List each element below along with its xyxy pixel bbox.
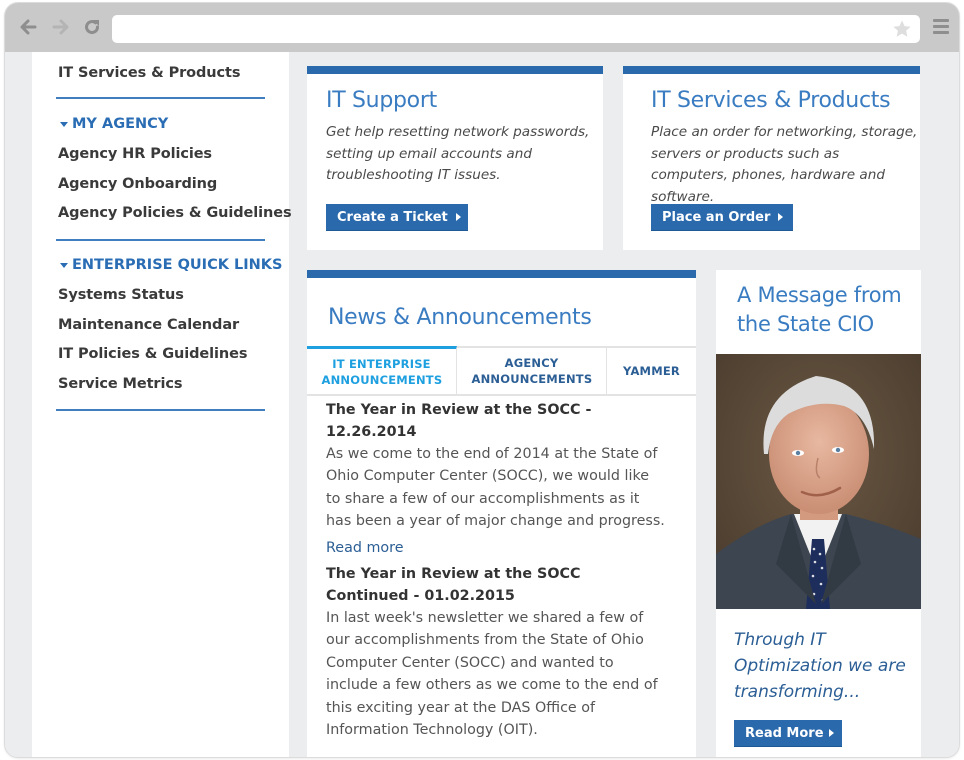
caret-right-icon <box>778 213 784 221</box>
sidebar-item-agency-hr-policies[interactable]: Agency HR Policies <box>58 146 212 162</box>
sidebar-item-agency-onboarding[interactable]: Agency Onboarding <box>58 176 217 192</box>
sidebar-item-it-policies[interactable]: IT Policies & Guidelines <box>58 346 247 362</box>
sidebar-heading-my-agency[interactable]: MY AGENCY <box>60 116 168 132</box>
read-more-link[interactable]: Read more <box>326 540 404 556</box>
button-label: Place an Order <box>662 209 771 225</box>
sidebar-item-service-metrics[interactable]: Service Metrics <box>58 376 182 392</box>
caret-down-icon <box>60 262 68 268</box>
sidebar-item-agency-policies[interactable]: Agency Policies & Guidelines <box>58 205 292 221</box>
page-viewport: IT Services & Products MY AGENCY Agency … <box>5 52 959 757</box>
cio-portrait-image <box>716 354 921 609</box>
tab-label: IT ENTERPRISE ANNOUNCEMENTS <box>321 356 443 387</box>
card-accent-bar <box>623 66 920 74</box>
card-accent-bar <box>307 270 696 278</box>
card-description: Get help resetting network passwords, se… <box>326 124 590 183</box>
button-label: Read More <box>745 725 824 741</box>
article-title[interactable]: The Year in Review at the SOCC - 12.26.2… <box>326 399 666 443</box>
browser-window: IT Services & Products MY AGENCY Agency … <box>4 2 960 758</box>
create-ticket-button[interactable]: Create a Ticket <box>326 204 468 231</box>
tab-it-enterprise-announcements[interactable]: IT ENTERPRISE ANNOUNCEMENTS <box>307 346 457 394</box>
card-title: IT Support <box>326 88 437 113</box>
tab-yammer[interactable]: YAMMER <box>607 348 696 394</box>
sidebar-heading-enterprise-quick-links[interactable]: ENTERPRISE QUICK LINKS <box>60 257 282 273</box>
star-icon[interactable] <box>892 19 912 39</box>
sidebar-nav: IT Services & Products MY AGENCY Agency … <box>32 52 292 757</box>
forward-button[interactable] <box>50 16 72 38</box>
forward-arrow-icon <box>52 19 69 35</box>
news-article: The Year in Review at the SOCC - 12.26.2… <box>326 399 666 556</box>
sidebar-divider <box>56 239 265 241</box>
place-order-button[interactable]: Place an Order <box>651 204 793 231</box>
sidebar-item-systems-status[interactable]: Systems Status <box>58 287 184 303</box>
reload-icon <box>85 20 100 35</box>
cio-message-card: A Message from the State CIO Through IT … <box>716 270 921 757</box>
article-body: As we come to the end of 2014 at the Sta… <box>326 446 665 530</box>
news-tabs: IT ENTERPRISE ANNOUNCEMENTS AGENCY ANNOU… <box>307 346 696 396</box>
card-accent-bar <box>307 66 603 74</box>
sidebar-link-it-services[interactable]: IT Services & Products <box>58 65 240 81</box>
card-description: Place an order for networking, storage, … <box>651 124 918 205</box>
tab-label: AGENCY ANNOUNCEMENTS <box>471 356 593 386</box>
button-label: Create a Ticket <box>337 209 448 225</box>
sidebar-divider <box>56 97 265 99</box>
it-support-card: IT Support Get help resetting network pa… <box>307 66 603 250</box>
caret-down-icon <box>60 121 68 127</box>
address-bar[interactable] <box>112 15 920 43</box>
caret-right-icon <box>828 729 834 737</box>
news-title: News & Announcements <box>328 305 592 330</box>
back-button[interactable] <box>17 16 39 38</box>
tab-agency-announcements[interactable]: AGENCY ANNOUNCEMENTS <box>457 348 607 394</box>
sidebar-heading-label: ENTERPRISE QUICK LINKS <box>72 257 283 273</box>
cio-quote: Through IT Optimization we are transform… <box>734 630 906 702</box>
caret-right-icon <box>455 213 461 221</box>
sidebar-heading-label: MY AGENCY <box>72 116 169 132</box>
news-article: The Year in Review at the SOCC Continued… <box>326 563 666 741</box>
news-card: News & Announcements IT ENTERPRISE ANNOU… <box>307 270 696 757</box>
article-title[interactable]: The Year in Review at the SOCC Continued… <box>326 563 666 607</box>
article-body: In last week's newsletter we shared a fe… <box>326 610 658 739</box>
cio-read-more-button[interactable]: Read More <box>734 720 842 747</box>
portrait-illustration <box>716 354 921 609</box>
reload-button[interactable] <box>81 16 103 38</box>
sidebar-item-maintenance-calendar[interactable]: Maintenance Calendar <box>58 317 239 333</box>
card-title: IT Services & Products <box>651 88 891 113</box>
hamburger-menu-icon[interactable] <box>933 19 949 37</box>
back-arrow-icon <box>20 19 37 35</box>
sidebar-divider <box>56 409 265 411</box>
tab-label: YAMMER <box>623 364 680 378</box>
it-services-card: IT Services & Products Place an order fo… <box>623 66 920 250</box>
cio-title: A Message from the State CIO <box>737 283 902 336</box>
browser-toolbar <box>5 3 959 52</box>
